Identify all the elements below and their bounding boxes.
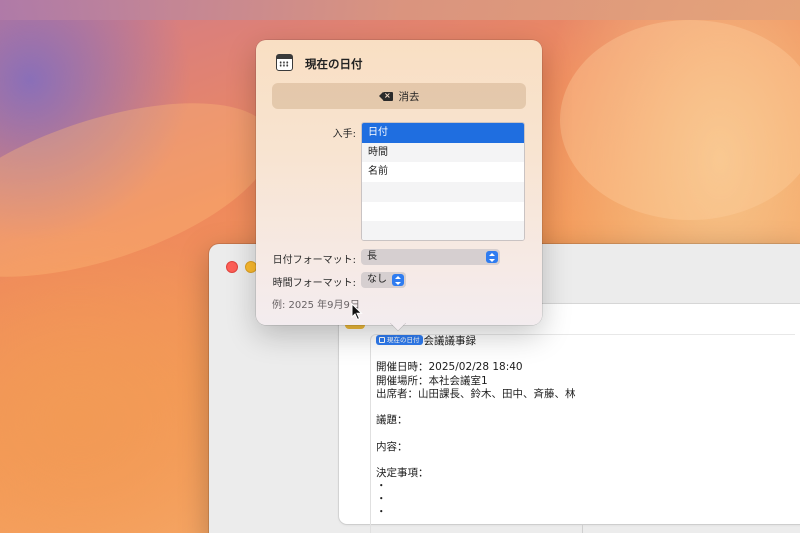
source-item-date[interactable]: 日付: [362, 123, 524, 143]
source-item-name[interactable]: 名前: [362, 162, 524, 182]
source-label: 入手:: [332, 129, 356, 140]
popover-title: 現在の日付: [305, 57, 363, 71]
document-line: ・: [376, 506, 387, 519]
source-item-time[interactable]: 時間: [362, 142, 524, 163]
mouse-cursor-icon: [351, 303, 363, 321]
document-line: 開催場所：本社会議室1: [376, 374, 488, 387]
divider: [582, 524, 583, 533]
document-line: 内容：: [376, 440, 408, 453]
document-line: ・: [376, 493, 387, 506]
date-format-value: 長: [367, 251, 377, 262]
document-title: 会議議事録: [423, 335, 477, 347]
time-format-select[interactable]: なし: [361, 272, 406, 288]
close-button[interactable]: [226, 261, 238, 273]
source-item-empty: [362, 202, 524, 222]
source-item-empty: [362, 182, 524, 202]
menu-bar-strip: [0, 0, 800, 20]
document-line: 議題：: [376, 414, 408, 427]
time-format-label: 時間フォーマット:: [272, 278, 356, 289]
time-format-value: なし: [367, 274, 387, 285]
clear-button-label: 消去: [398, 90, 420, 103]
calendar-icon: [276, 54, 293, 71]
document-line: ・: [376, 480, 387, 493]
chevron-up-down-icon: [392, 274, 404, 286]
token-label: 現在の日付: [387, 335, 420, 344]
document-line: 開催日時：2025/02/28 18:40: [376, 361, 523, 374]
clear-button[interactable]: × 消去: [272, 83, 526, 109]
date-format-label: 日付フォーマット:: [272, 255, 356, 266]
document-line: 出席者：山田課長、鈴木、田中、斉藤、林: [376, 387, 576, 400]
popover-arrow: [390, 323, 406, 333]
current-date-token[interactable]: 現在の日付: [376, 335, 423, 345]
chevron-up-down-icon: [486, 251, 498, 263]
current-date-popover: 現在の日付 × 消去 入手: 日付 時間 名前 日付フォーマット: 長 時間フォ…: [256, 40, 542, 325]
example-text: 例: 2025 年9月9日: [272, 300, 360, 311]
delete-backspace-icon: ×: [378, 91, 393, 101]
source-item-empty: [362, 221, 524, 240]
document-line: 決定事項：: [376, 466, 429, 479]
source-list[interactable]: 日付 時間 名前: [361, 122, 525, 241]
date-format-select[interactable]: 長: [361, 249, 500, 265]
calendar-icon: [379, 337, 385, 343]
wallpaper-wave: [560, 20, 800, 220]
document-title-line: 現在の日付 会議議事録: [376, 335, 786, 348]
document-text[interactable]: 現在の日付 会議議事録 開催日時：2025/02/28 18:40 開催場所：本社…: [376, 335, 786, 520]
